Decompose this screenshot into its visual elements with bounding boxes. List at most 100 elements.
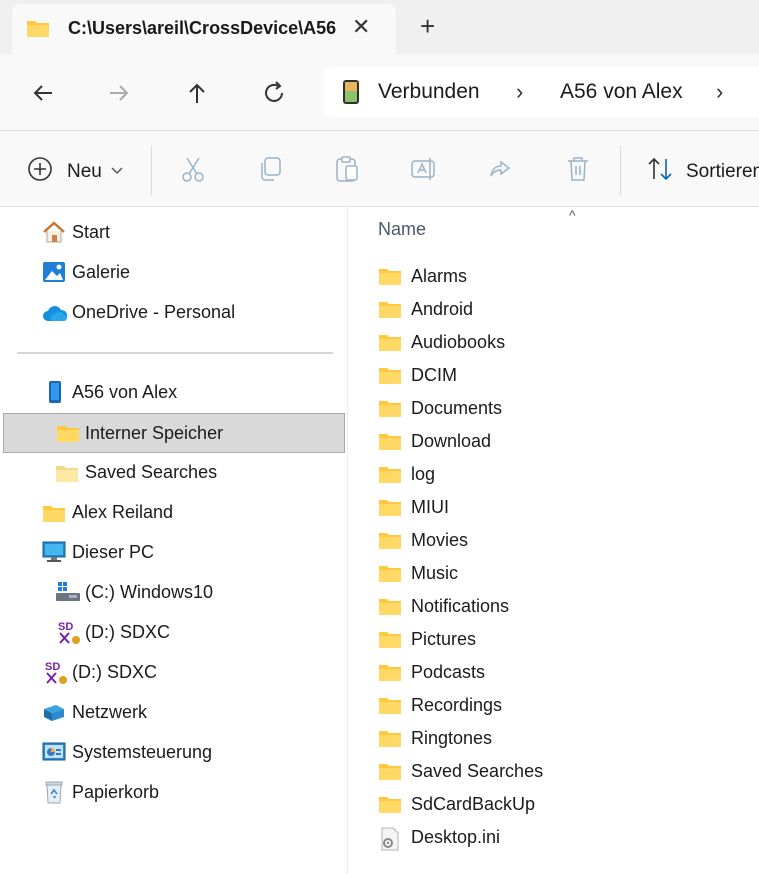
navigation-bar: Verbunden › A56 von Alex › (0, 54, 759, 131)
home-icon (42, 221, 66, 248)
chevron-down-icon[interactable] (110, 163, 124, 181)
list-item[interactable]: Movies (378, 526, 748, 556)
list-item[interactable]: MIUI (378, 493, 748, 523)
command-bar: Neu Sortieren (0, 131, 759, 207)
address-bar[interactable]: Verbunden › A56 von Alex › (324, 67, 759, 117)
folder-icon (378, 596, 402, 621)
folder-icon (378, 431, 402, 456)
new-tab-button[interactable]: + (420, 13, 435, 39)
list-item[interactable]: Download (378, 427, 748, 457)
list-item[interactable]: Recordings (378, 691, 748, 721)
sidebar-item-netzwerk[interactable]: Netzwerk (40, 695, 330, 731)
sidebar-item-d-sdxc-nested[interactable]: SD (D:) SDXC (54, 615, 334, 651)
phone-icon (48, 380, 62, 409)
list-item[interactable]: Saved Searches (378, 757, 748, 787)
folder-icon (378, 332, 402, 357)
control-panel-icon (42, 741, 66, 768)
list-item[interactable]: Ringtones (378, 724, 748, 754)
chevron-right-icon[interactable]: › (516, 79, 523, 105)
sidebar-item-alex-reiland[interactable]: Alex Reiland (40, 495, 330, 531)
svg-text:SD: SD (45, 661, 60, 673)
list-item[interactable]: Pictures (378, 625, 748, 655)
sidebar-item-papierkorb[interactable]: Papierkorb (40, 775, 330, 811)
sort-icon[interactable] (646, 155, 674, 188)
folder-light-icon (55, 463, 79, 488)
drive-icon (55, 581, 81, 608)
folder-icon (56, 423, 80, 448)
settings-file-icon (380, 827, 400, 856)
copy-icon[interactable] (256, 155, 284, 188)
sidebar-item-a56[interactable]: A56 von Alex (40, 375, 330, 411)
up-arrow-icon[interactable] (182, 78, 212, 108)
sidebar-section-divider (17, 352, 333, 354)
folder-icon (378, 563, 402, 588)
close-icon[interactable]: ✕ (352, 16, 370, 38)
sidebar-item-onedrive[interactable]: OneDrive - Personal (40, 295, 330, 331)
toolbar-divider (151, 146, 152, 196)
list-item[interactable]: Desktop.ini (378, 823, 748, 853)
tab-active[interactable]: C:\Users\areil\CrossDevice\A56 ✕ (12, 4, 396, 54)
folder-icon (378, 497, 402, 522)
sort-ascending-icon: ^ (569, 207, 576, 223)
column-header-name[interactable]: Name (378, 219, 426, 240)
svg-text:SD: SD (58, 621, 73, 633)
list-item[interactable]: SdCardBackUp (378, 790, 748, 820)
sidebar-item-dieser-pc[interactable]: Dieser PC (40, 535, 330, 571)
folder-icon (378, 794, 402, 819)
navigation-pane: Start Galerie OneDrive - Personal A56 vo… (0, 207, 347, 874)
folder-icon (378, 266, 402, 291)
folder-icon (26, 18, 50, 43)
folder-icon (42, 503, 66, 528)
rename-icon[interactable] (410, 155, 438, 188)
list-item[interactable]: log (378, 460, 748, 490)
paste-icon[interactable] (333, 155, 361, 188)
monitor-icon (42, 541, 66, 568)
file-list: ^ Name Alarms Android Audiobooks DCIM Do… (348, 207, 759, 874)
sidebar-item-systemsteuerung[interactable]: Systemsteuerung (40, 735, 330, 771)
list-item[interactable]: Alarms (378, 262, 748, 292)
plus-circle-icon[interactable] (26, 155, 54, 188)
sort-button-label[interactable]: Sortieren (686, 161, 759, 183)
onedrive-icon (42, 304, 68, 327)
folder-icon (378, 629, 402, 654)
folder-icon (378, 299, 402, 324)
folder-icon (378, 761, 402, 786)
sidebar-item-galerie[interactable]: Galerie (40, 255, 330, 291)
chevron-right-icon[interactable]: › (716, 79, 723, 105)
breadcrumb-verbunden[interactable]: Verbunden (378, 80, 480, 104)
tab-title: C:\Users\areil\CrossDevice\A56 (68, 18, 337, 38)
list-item[interactable]: Music (378, 559, 748, 589)
breadcrumb-a56[interactable]: A56 von Alex (560, 80, 683, 104)
sidebar-item-saved-searches[interactable]: Saved Searches (54, 455, 334, 491)
list-item[interactable]: Documents (378, 394, 748, 424)
folder-icon (378, 728, 402, 753)
list-item[interactable]: Android (378, 295, 748, 325)
sd-card-icon: SD (57, 619, 81, 650)
list-item[interactable]: DCIM (378, 361, 748, 391)
title-bar: C:\Users\areil\CrossDevice\A56 ✕ + (0, 0, 759, 54)
network-icon (42, 701, 66, 728)
back-arrow-icon[interactable] (28, 78, 58, 108)
folder-icon (378, 365, 402, 390)
recycle-bin-icon (45, 780, 63, 809)
refresh-icon[interactable] (259, 78, 289, 108)
sidebar-item-start[interactable]: Start (40, 215, 330, 251)
folder-icon (378, 464, 402, 489)
cut-icon[interactable] (179, 155, 207, 188)
phone-icon (342, 79, 360, 110)
toolbar-divider (620, 146, 621, 196)
list-item[interactable]: Podcasts (378, 658, 748, 688)
gallery-icon (42, 261, 66, 288)
list-item[interactable]: Notifications (378, 592, 748, 622)
list-item[interactable]: Audiobooks (378, 328, 748, 358)
forward-arrow-icon[interactable] (104, 78, 134, 108)
sd-card-icon: SD (44, 659, 68, 690)
delete-icon[interactable] (564, 155, 592, 188)
share-icon[interactable] (487, 155, 515, 188)
new-button-label[interactable]: Neu (67, 161, 102, 183)
folder-icon (378, 530, 402, 555)
sidebar-item-interner-speicher[interactable]: Interner Speicher (3, 413, 345, 453)
folder-icon (378, 662, 402, 687)
sidebar-item-d-sdxc[interactable]: SD (D:) SDXC (40, 655, 330, 691)
sidebar-item-c-drive[interactable]: (C:) Windows10 (54, 575, 334, 611)
